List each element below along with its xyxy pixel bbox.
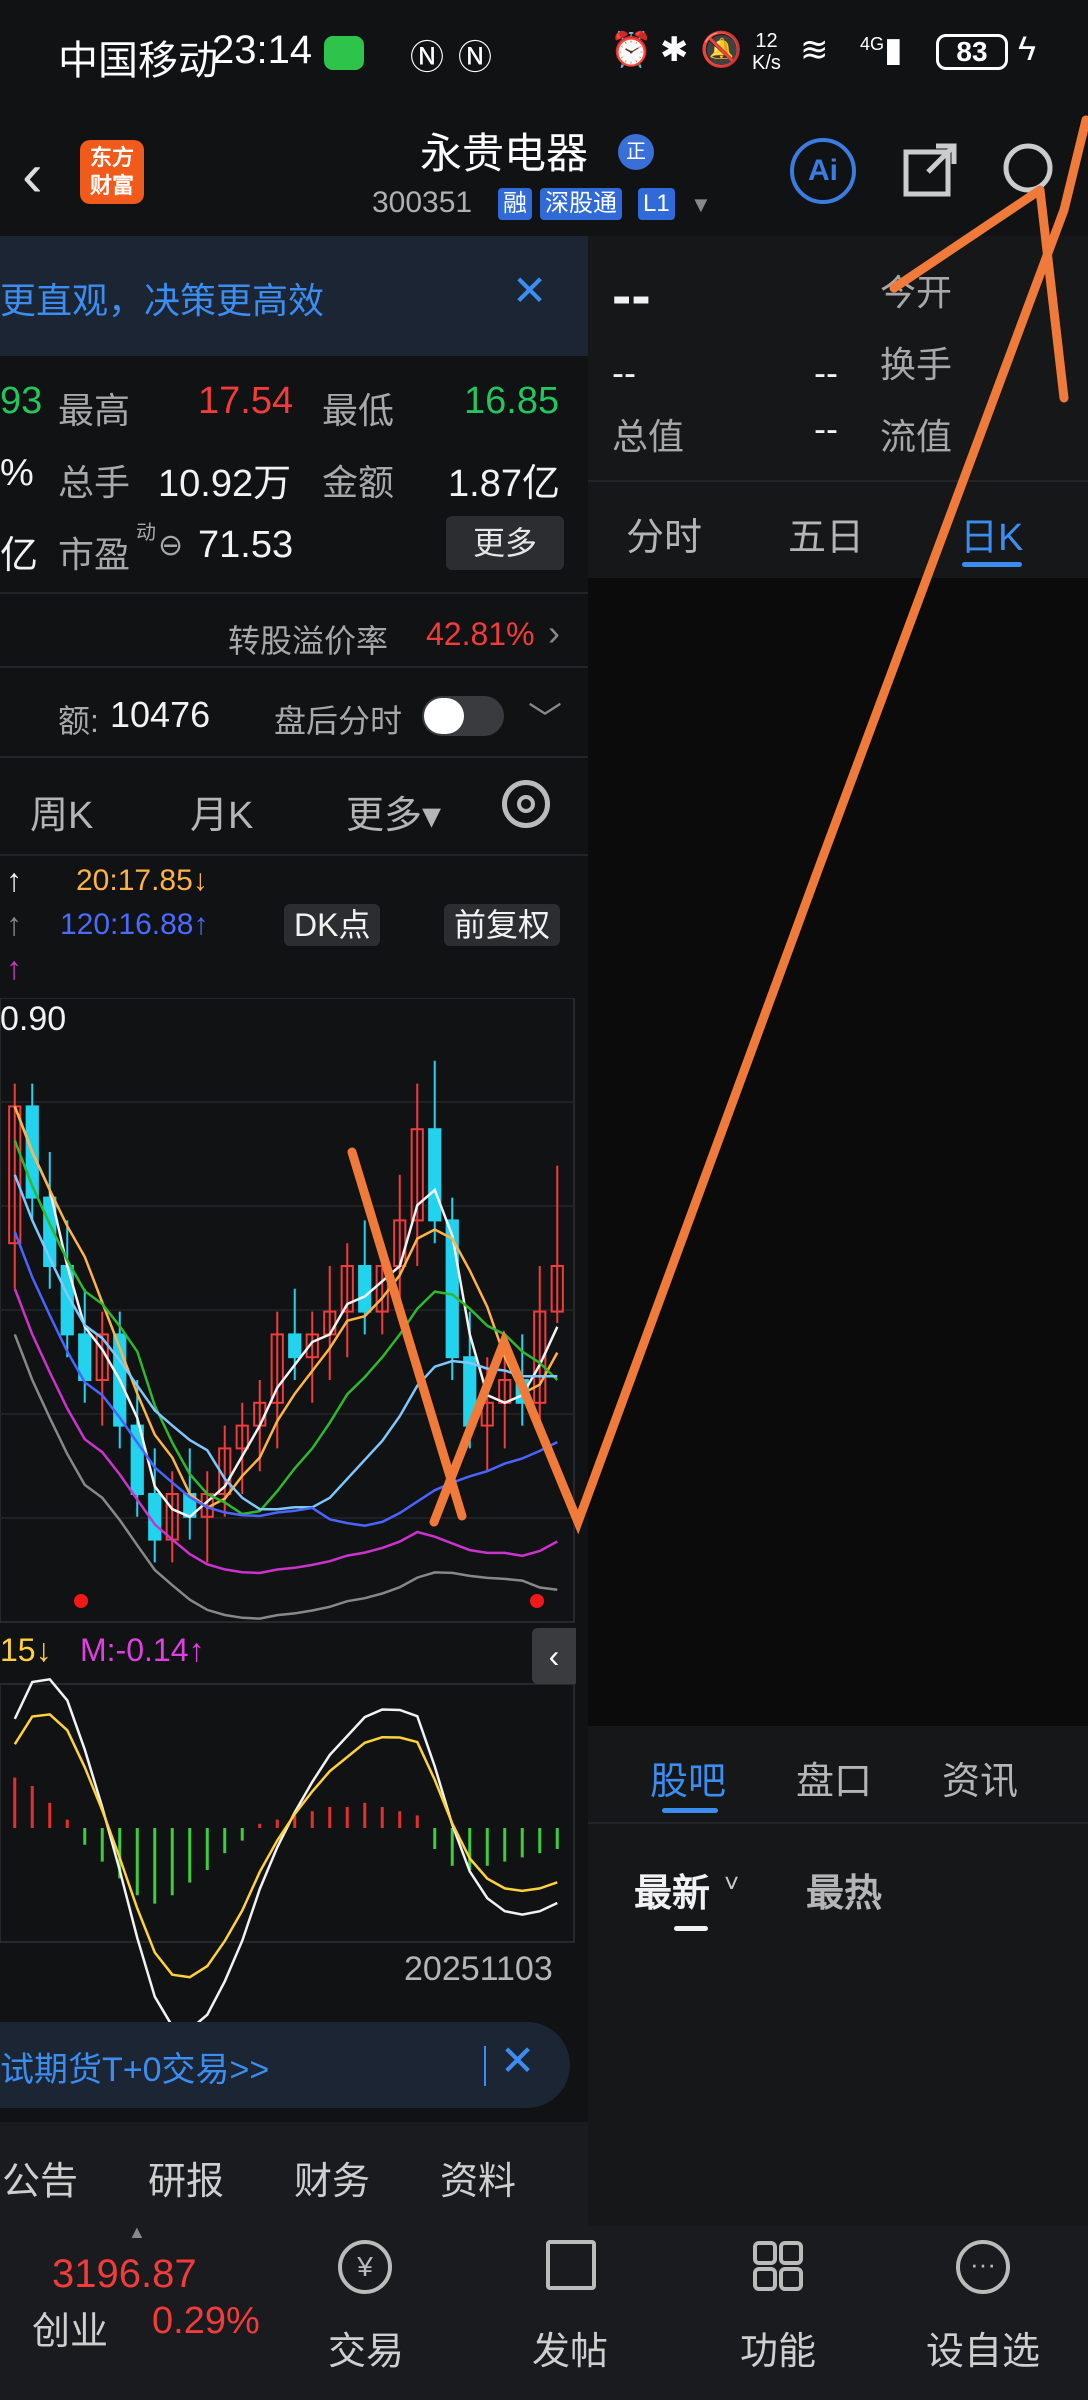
hand-drawn-annotation — [347, 115, 1088, 1535]
annotation-stroke — [889, 185, 1069, 403]
annotation-stroke — [347, 115, 1088, 1535]
